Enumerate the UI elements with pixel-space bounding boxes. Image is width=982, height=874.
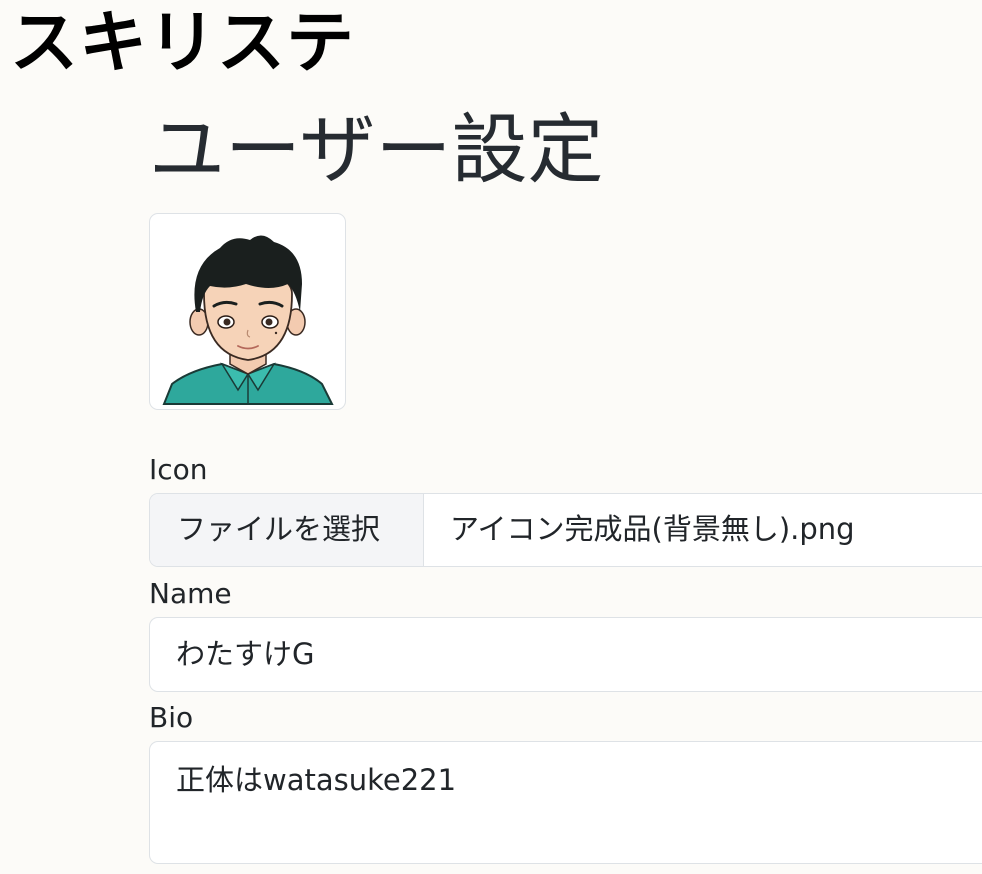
bio-field-label: Bio bbox=[149, 701, 194, 734]
avatar bbox=[149, 213, 346, 410]
site-brand[interactable]: スキリステ bbox=[10, 2, 355, 86]
page-title: ユーザー設定 bbox=[149, 105, 604, 194]
user-avatar-illustration-icon bbox=[162, 235, 334, 405]
selected-file-name: アイコン完成品(背景無し).png bbox=[450, 512, 855, 546]
choose-file-button[interactable]: ファイルを選択 bbox=[150, 494, 424, 566]
bio-textarea[interactable]: 正体はwatasuke221 bbox=[149, 741, 982, 864]
icon-file-input[interactable]: ファイルを選択 アイコン完成品(背景無し).png bbox=[149, 493, 982, 567]
icon-field-label: Icon bbox=[149, 453, 208, 486]
name-field-label: Name bbox=[149, 577, 232, 610]
name-input[interactable]: わたすけG bbox=[149, 617, 982, 692]
